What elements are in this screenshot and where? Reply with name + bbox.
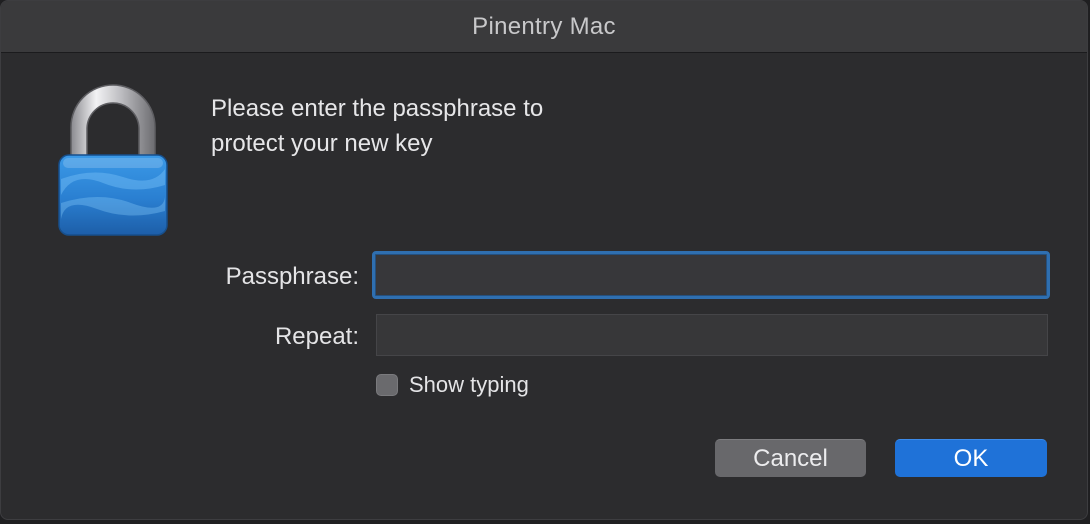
window-title: Pinentry Mac [472, 13, 616, 40]
repeat-label: Repeat: [274, 323, 359, 350]
show-typing-label[interactable]: Show typing [409, 372, 529, 398]
repeat-field-wrapper[interactable] [376, 314, 1048, 356]
padlock-icon [58, 84, 168, 236]
repeat-input[interactable] [377, 315, 1047, 355]
prompt-message: Please enter the passphrase to protect y… [211, 91, 811, 161]
cancel-button[interactable]: Cancel [715, 439, 866, 477]
pinentry-dialog: Pinentry Mac Please enter the passphrase… [0, 0, 1088, 520]
prompt-line-1: Please enter the passphrase to [211, 95, 544, 122]
passphrase-field-wrapper[interactable] [372, 251, 1050, 299]
passphrase-input[interactable] [375, 254, 1047, 296]
show-typing-checkbox[interactable] [376, 374, 398, 396]
passphrase-label: Passphrase: [225, 263, 359, 290]
title-bar[interactable]: Pinentry Mac [1, 1, 1087, 53]
prompt-line-2: protect your new key [211, 130, 433, 157]
ok-button[interactable]: OK [895, 439, 1047, 477]
